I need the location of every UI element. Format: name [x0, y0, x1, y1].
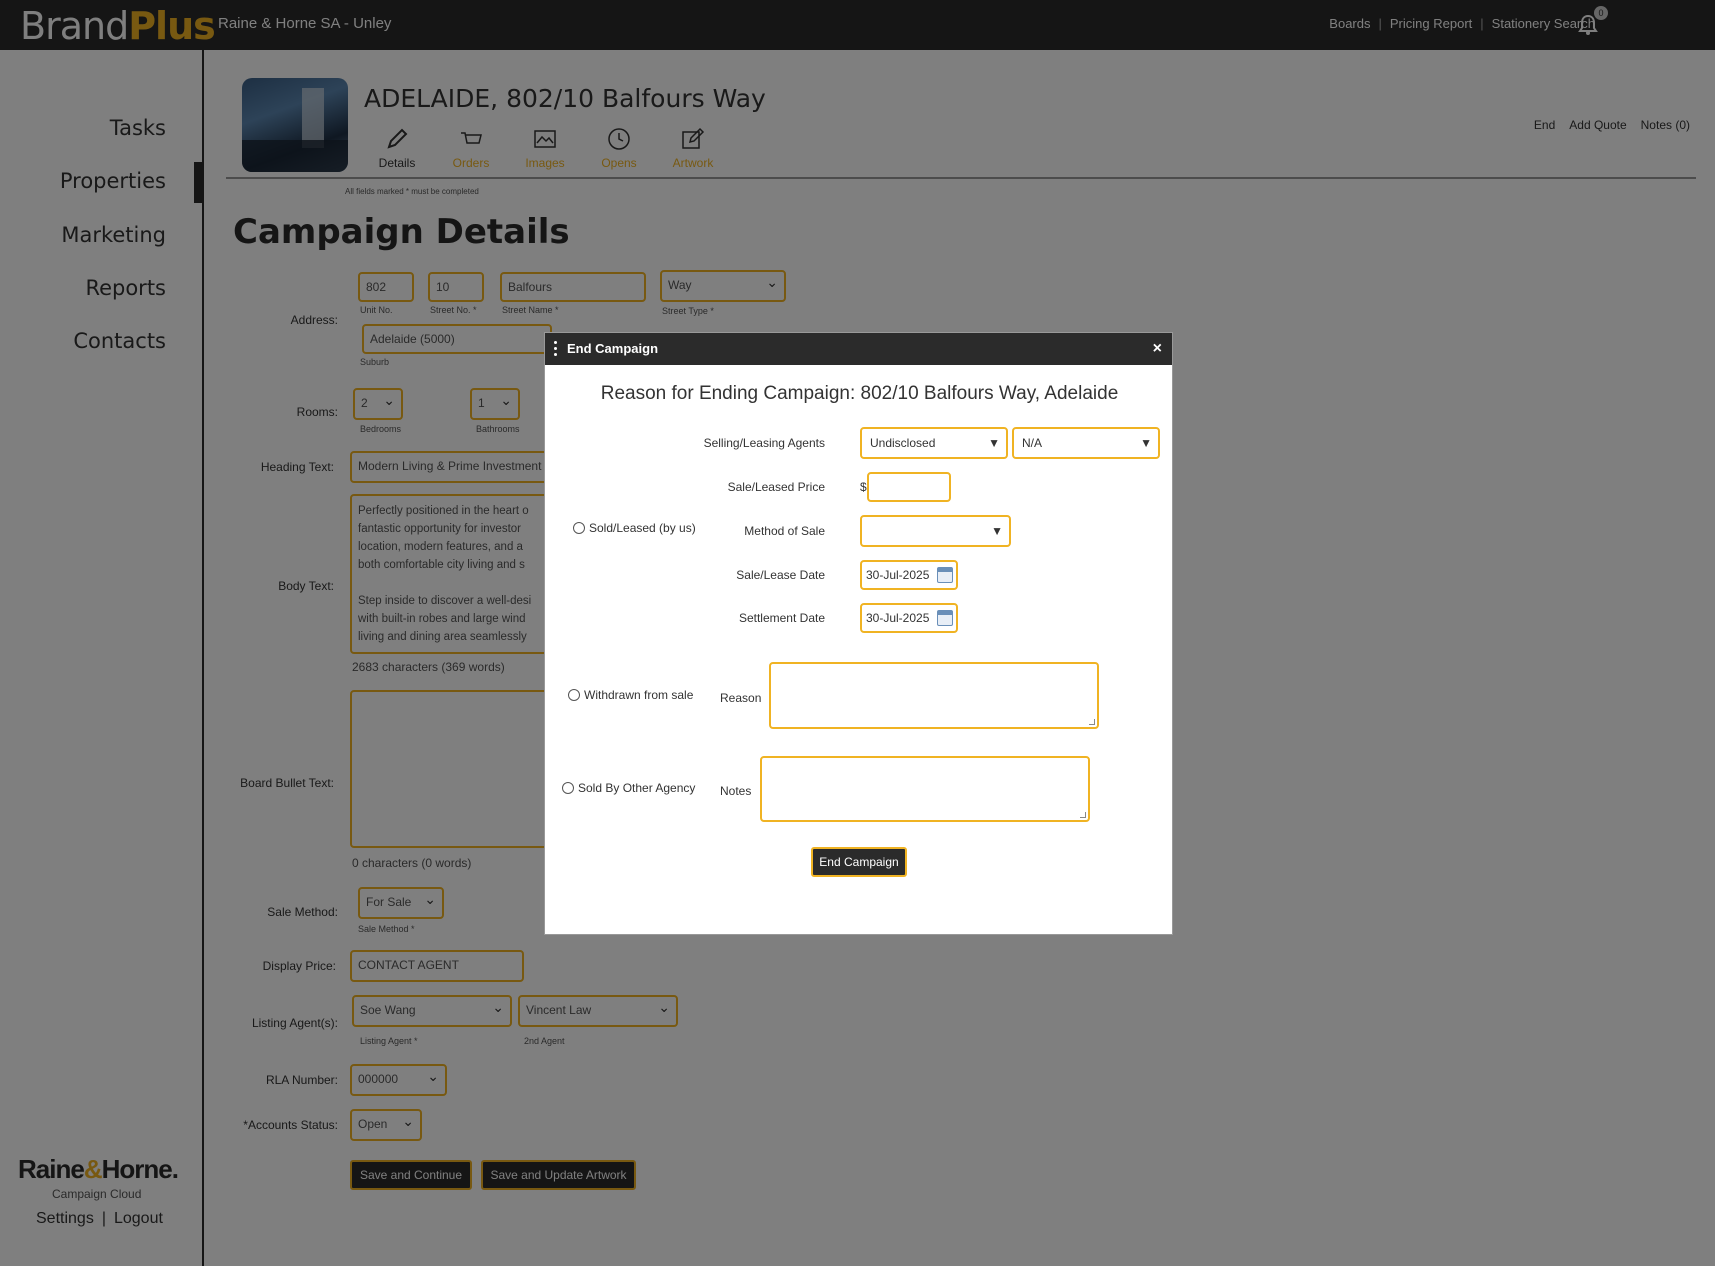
reason-textarea[interactable] — [769, 662, 1099, 729]
resize-handle-icon[interactable] — [1080, 812, 1086, 818]
calendar-icon[interactable] — [937, 610, 953, 626]
selling-agent-value: Undisclosed — [870, 436, 936, 450]
sale-price-label: Sale/Leased Price — [727, 480, 825, 494]
sold-leased-label: Sold/Leased (by us) — [589, 521, 696, 535]
modal-header-title: End Campaign — [567, 341, 659, 356]
sold-leased-radio[interactable] — [573, 522, 585, 534]
withdrawn-radio[interactable] — [568, 689, 580, 701]
sale-date-input[interactable]: 30-Jul-2025 — [860, 560, 958, 590]
reason-label: Reason — [720, 691, 762, 705]
chevron-down-icon: ▼ — [1140, 436, 1152, 450]
chevron-down-icon: ▼ — [991, 524, 1003, 538]
calendar-icon[interactable] — [937, 567, 953, 583]
method-of-sale-select[interactable]: ▼ — [860, 515, 1011, 547]
resize-handle-icon[interactable] — [1089, 719, 1095, 725]
method-of-sale-label: Method of Sale — [744, 524, 825, 538]
second-selling-agent-value: N/A — [1022, 436, 1043, 450]
withdrawn-label: Withdrawn from sale — [584, 688, 694, 702]
sale-price-input[interactable] — [867, 472, 951, 502]
sold-by-other-agency-label: Sold By Other Agency — [578, 781, 696, 795]
end-campaign-modal: End Campaign × Reason for Ending Campaig… — [544, 332, 1173, 935]
sold-by-other-agency-option[interactable]: Sold By Other Agency — [562, 781, 695, 795]
sale-date-label: Sale/Lease Date — [736, 568, 825, 582]
sale-date-value: 30-Jul-2025 — [866, 568, 930, 582]
selling-agents-label: Selling/Leasing Agents — [703, 436, 825, 450]
sold-leased-option[interactable]: Sold/Leased (by us) — [573, 521, 696, 535]
notes-label: Notes — [720, 784, 752, 798]
settlement-date-label: Settlement Date — [738, 611, 825, 625]
currency-symbol: $ — [860, 480, 867, 494]
close-icon[interactable]: × — [1153, 333, 1162, 365]
second-selling-agent-select[interactable]: N/A ▼ — [1012, 427, 1160, 459]
end-campaign-button[interactable]: End Campaign — [811, 847, 907, 877]
notes-textarea[interactable] — [760, 756, 1090, 822]
chevron-down-icon: ▼ — [988, 436, 1000, 450]
settlement-date-input[interactable]: 30-Jul-2025 — [860, 603, 958, 633]
selling-agent-select[interactable]: Undisclosed ▼ — [860, 427, 1008, 459]
modal-header[interactable]: End Campaign × — [545, 333, 1172, 365]
drag-handle-icon[interactable] — [554, 341, 558, 359]
settlement-date-value: 30-Jul-2025 — [866, 611, 930, 625]
sold-by-other-agency-radio[interactable] — [562, 782, 574, 794]
withdrawn-option[interactable]: Withdrawn from sale — [568, 688, 693, 702]
modal-title: Reason for Ending Campaign: 802/10 Balfo… — [600, 383, 1119, 404]
